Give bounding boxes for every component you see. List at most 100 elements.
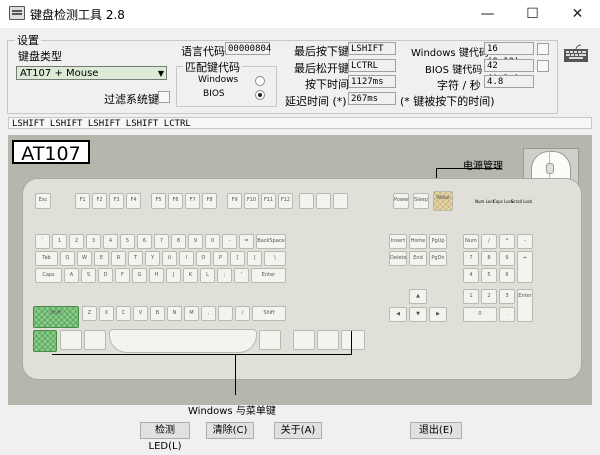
key-home: Home	[409, 234, 427, 249]
key-num-3: 3	[499, 289, 515, 304]
key-insert: Insert	[389, 234, 407, 249]
lang-code-field: 00000804	[225, 42, 271, 55]
keyboard-body: Esc F1 F2 F3 F4 F5 F6 F7 F8 F9 F10 F11 F…	[22, 178, 582, 380]
match-keycode-title: 匹配键代码	[183, 59, 242, 75]
about-button[interactable]: 关于(A)	[274, 422, 322, 439]
settings-group-title: 设置	[15, 32, 41, 48]
key-num-6: 6	[499, 268, 515, 283]
windows-keycode-field: 16 (0x10)	[484, 42, 534, 67]
maximize-button[interactable]: ☐	[510, 0, 555, 28]
key-slash: /	[235, 306, 250, 321]
key-h: H	[149, 268, 164, 283]
keyboard-type-value: AT107 + Mouse	[20, 68, 99, 79]
key-semicolon: ;	[217, 268, 232, 283]
key-4: 4	[103, 234, 118, 249]
last-up-label: 最后松开键	[294, 62, 349, 75]
key-c: C	[116, 306, 131, 321]
key-arrow-up: ▲	[409, 289, 427, 304]
key-num-enter: Enter	[517, 289, 533, 322]
key-rctrl	[341, 330, 365, 350]
match-bios-radio[interactable]	[255, 90, 265, 100]
filter-system-keys-label: 过滤系统键	[104, 93, 159, 106]
key-f11: F11	[261, 193, 276, 209]
key-space	[109, 329, 257, 353]
char-rate-field: 4.8	[484, 75, 534, 88]
keyboard-icon	[564, 44, 588, 62]
key-8: 8	[171, 234, 186, 249]
last-up-field: LCTRL	[348, 59, 396, 72]
last-down-label: 最后按下键	[294, 45, 349, 58]
key-tab: Tab	[35, 251, 58, 266]
bios-keycode-check	[537, 60, 549, 72]
key-blank	[316, 193, 331, 209]
key-w: W	[77, 251, 92, 266]
led-num-lock: Num Lock	[475, 199, 495, 204]
key-3: 3	[86, 234, 101, 249]
key-history-log: LSHIFT LSHIFT LSHIFT LSHIFT LCTRL	[8, 117, 592, 129]
keyboard-type-select[interactable]: AT107 + Mouse ▼	[16, 66, 167, 80]
key-enter: Enter	[251, 268, 286, 283]
key-z: Z	[82, 306, 97, 321]
key-quote: '	[234, 268, 249, 283]
char-rate-label: 字符 / 秒	[437, 79, 481, 92]
power-leader-line	[436, 168, 502, 169]
key-f2: F2	[92, 193, 107, 209]
key-sleep: Sleep	[413, 193, 429, 209]
key-r: R	[111, 251, 126, 266]
bios-keycode-label: BIOS 键代码	[425, 65, 483, 76]
delay-time-field: 267ms	[348, 92, 396, 105]
key-g: G	[132, 268, 147, 283]
key-num-4: 4	[463, 268, 479, 283]
key-num-1: 1	[463, 289, 479, 304]
key-s: S	[81, 268, 96, 283]
test-led-button[interactable]: 检测LED(L)	[140, 422, 190, 452]
match-bios-label: BIOS	[203, 89, 225, 99]
key-equal: =	[239, 234, 254, 249]
windows-menu-annotation: Windows 与菜单键	[188, 406, 276, 417]
keyboard-model-label: AT107	[12, 140, 90, 165]
key-6: 6	[137, 234, 152, 249]
key-f: F	[115, 268, 130, 283]
key-num-multiply: *	[499, 234, 515, 249]
key-x: X	[99, 306, 114, 321]
press-time-field: 1127ms	[348, 75, 396, 88]
key-p: P	[213, 251, 228, 266]
key-num-5: 5	[481, 268, 497, 283]
key-d: D	[98, 268, 113, 283]
key-b: B	[150, 306, 165, 321]
key-t: T	[128, 251, 143, 266]
key-lwin	[60, 330, 82, 350]
match-windows-radio[interactable]	[255, 76, 265, 86]
key-num-9: 9	[499, 251, 515, 266]
exit-button[interactable]: 退出(E)	[410, 422, 462, 439]
key-j: J	[166, 268, 181, 283]
key-pgup: PgUp	[429, 234, 447, 249]
key-k: K	[183, 268, 198, 283]
delay-note: (* 键被按下的时间)	[400, 95, 495, 108]
key-f8: F8	[202, 193, 217, 209]
windows-leader-line	[235, 355, 236, 395]
key-f7: F7	[185, 193, 200, 209]
key-i: I	[179, 251, 194, 266]
minimize-button[interactable]: —	[465, 0, 510, 28]
close-button[interactable]: ✕	[555, 0, 600, 28]
key-caps: Caps	[35, 268, 62, 283]
key-arrow-right: ▶	[429, 307, 447, 322]
window-title: 键盘检测工具 2.8	[30, 8, 125, 22]
windows-keycode-check	[537, 43, 549, 55]
bios-keycode-field: 42 (0x2a)	[484, 59, 534, 84]
keyboard-type-label: 键盘类型	[18, 50, 62, 63]
filter-system-keys-checkbox[interactable]	[158, 91, 170, 103]
led-scroll-lock: Scroll Lock	[511, 199, 533, 204]
key-0: 0	[205, 234, 220, 249]
key-ralt	[259, 330, 281, 350]
key-pgdn: PgDn	[429, 251, 447, 266]
mouse-wheel	[546, 163, 554, 174]
press-time-label: 按下时间	[305, 78, 349, 91]
key-end: End	[409, 251, 427, 266]
clear-button[interactable]: 清除(C)	[206, 422, 254, 439]
key-esc: Esc	[35, 193, 51, 209]
keyboard-app-icon	[9, 6, 25, 20]
key-1: 1	[52, 234, 67, 249]
key-delete: Delete	[389, 251, 407, 266]
